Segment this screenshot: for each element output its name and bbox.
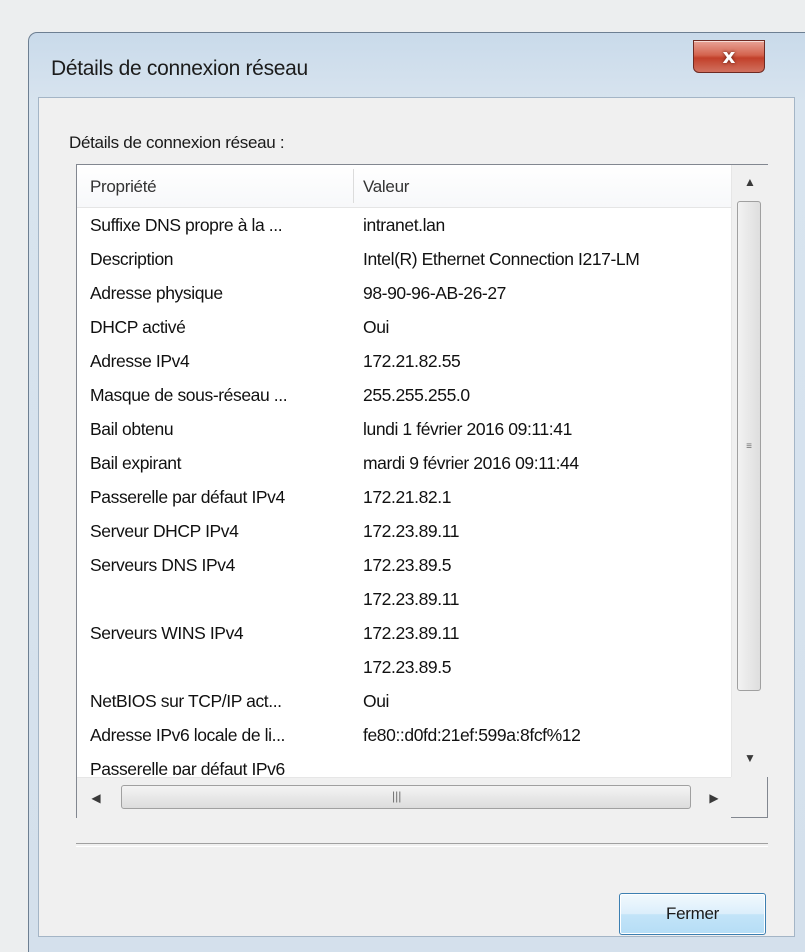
value-cell: Oui bbox=[363, 317, 390, 337]
section-label: Détails de connexion réseau : bbox=[69, 133, 285, 152]
column-divider[interactable] bbox=[353, 169, 354, 203]
value-cell: 172.21.82.55 bbox=[363, 351, 461, 371]
details-list[interactable]: Propriété Valeur Suffixe DNS propre à la… bbox=[76, 164, 768, 818]
property-cell: Serveur DHCP IPv4 bbox=[90, 521, 239, 541]
table-row[interactable]: DHCP activé Oui bbox=[77, 309, 731, 343]
property-cell: Adresse physique bbox=[90, 283, 223, 303]
grip-icon: ||| bbox=[392, 789, 402, 803]
grip-icon: ≡ bbox=[746, 441, 752, 452]
close-icon: x bbox=[722, 44, 736, 68]
table-row[interactable]: Description Intel(R) Ethernet Connection … bbox=[77, 241, 731, 275]
window-title: Détails de connexion réseau bbox=[51, 57, 308, 80]
horizontal-scroll-thumb[interactable]: ||| bbox=[121, 785, 691, 809]
table-row[interactable]: Suffixe DNS propre à la ... intranet.lan bbox=[77, 207, 731, 241]
property-cell: Passerelle par défaut IPv6 bbox=[90, 759, 285, 775]
scrollbar-corner bbox=[731, 777, 767, 817]
property-cell: Adresse IPv4 bbox=[90, 351, 190, 371]
value-cell: 98-90-96-AB-26-27 bbox=[363, 283, 507, 303]
scroll-down-icon[interactable]: ▼ bbox=[732, 743, 768, 773]
table-row[interactable]: Serveurs DNS IPv4 172.23.89.5 bbox=[77, 547, 731, 581]
screen: Détails de connexion réseau x Détails de… bbox=[0, 0, 805, 952]
window-close-button[interactable]: x bbox=[693, 40, 765, 73]
value-cell: 172.23.89.11 bbox=[363, 521, 460, 541]
property-cell: Passerelle par défaut IPv4 bbox=[90, 487, 285, 507]
value-cell: fe80::d0fd:21ef:599a:8fcf%12 bbox=[363, 725, 581, 745]
network-details-window: Détails de connexion réseau x Détails de… bbox=[28, 32, 805, 952]
table-row[interactable]: Adresse physique 98-90-96-AB-26-27 bbox=[77, 275, 731, 309]
list-header: Propriété Valeur bbox=[77, 165, 731, 208]
table-row[interactable]: Bail expirant mardi 9 février 2016 09:11:… bbox=[77, 445, 731, 479]
property-cell: Masque de sous-réseau ... bbox=[90, 385, 288, 405]
value-cell: intranet.lan bbox=[363, 215, 445, 235]
vertical-scrollbar[interactable]: ▲ ≡ ▼ bbox=[731, 165, 768, 777]
table-row[interactable]: Serveur DHCP IPv4 172.23.89.11 bbox=[77, 513, 731, 547]
value-cell: 172.23.89.5 bbox=[363, 657, 452, 677]
table-row[interactable]: Passerelle par défaut IPv4 172.21.82.1 bbox=[77, 479, 731, 513]
value-cell: Intel(R) Ethernet Connection I217-LM bbox=[363, 249, 640, 269]
divider bbox=[76, 843, 768, 847]
table-row[interactable]: Masque de sous-réseau ... 255.255.255.0 bbox=[77, 377, 731, 411]
scroll-right-icon[interactable]: ▶ bbox=[697, 778, 731, 818]
column-header-property[interactable]: Propriété bbox=[90, 177, 157, 197]
value-cell: lundi 1 février 2016 09:11:41 bbox=[363, 419, 572, 439]
table-row[interactable]: Passerelle par défaut IPv6 bbox=[77, 751, 731, 775]
table-row[interactable]: 172.23.89.5 bbox=[77, 649, 731, 683]
value-cell: 172.23.89.11 bbox=[363, 623, 460, 643]
value-cell: 172.23.89.5 bbox=[363, 555, 452, 575]
value-cell: mardi 9 février 2016 09:11:44 bbox=[363, 453, 579, 473]
table-row[interactable]: Serveurs WINS IPv4 172.23.89.11 bbox=[77, 615, 731, 649]
value-cell: 172.23.89.11 bbox=[363, 589, 460, 609]
property-cell: Bail expirant bbox=[90, 453, 182, 473]
table-row[interactable]: Adresse IPv6 locale de li... fe80::d0fd:2… bbox=[77, 717, 731, 751]
vertical-scroll-thumb[interactable]: ≡ bbox=[737, 201, 761, 691]
value-cell: 255.255.255.0 bbox=[363, 385, 470, 405]
table-row[interactable]: Adresse IPv4 172.21.82.55 bbox=[77, 343, 731, 377]
table-row[interactable]: 172.23.89.11 bbox=[77, 581, 731, 615]
column-header-value[interactable]: Valeur bbox=[363, 177, 409, 197]
value-cell: 172.21.82.1 bbox=[363, 487, 452, 507]
property-cell: NetBIOS sur TCP/IP act... bbox=[90, 691, 282, 711]
list-rows: Suffixe DNS propre à la ... intranet.lan … bbox=[77, 207, 731, 775]
property-cell: DHCP activé bbox=[90, 317, 186, 337]
property-cell: Description bbox=[90, 249, 174, 269]
property-cell: Serveurs WINS IPv4 bbox=[90, 623, 244, 643]
dialog-client-area: Détails de connexion réseau : Propriété … bbox=[38, 97, 795, 937]
close-button[interactable]: Fermer bbox=[619, 893, 766, 935]
scroll-left-icon[interactable]: ◀ bbox=[79, 778, 113, 818]
property-cell: Bail obtenu bbox=[90, 419, 174, 439]
property-cell: Suffixe DNS propre à la ... bbox=[90, 215, 283, 235]
property-cell: Serveurs DNS IPv4 bbox=[90, 555, 235, 575]
value-cell: Oui bbox=[363, 691, 390, 711]
horizontal-scrollbar[interactable]: ◀ ||| ▶ bbox=[77, 777, 731, 818]
property-cell: Adresse IPv6 locale de li... bbox=[90, 725, 286, 745]
scroll-up-icon[interactable]: ▲ bbox=[732, 167, 768, 197]
table-row[interactable]: NetBIOS sur TCP/IP act... Oui bbox=[77, 683, 731, 717]
table-row[interactable]: Bail obtenu lundi 1 février 2016 09:11:41 bbox=[77, 411, 731, 445]
